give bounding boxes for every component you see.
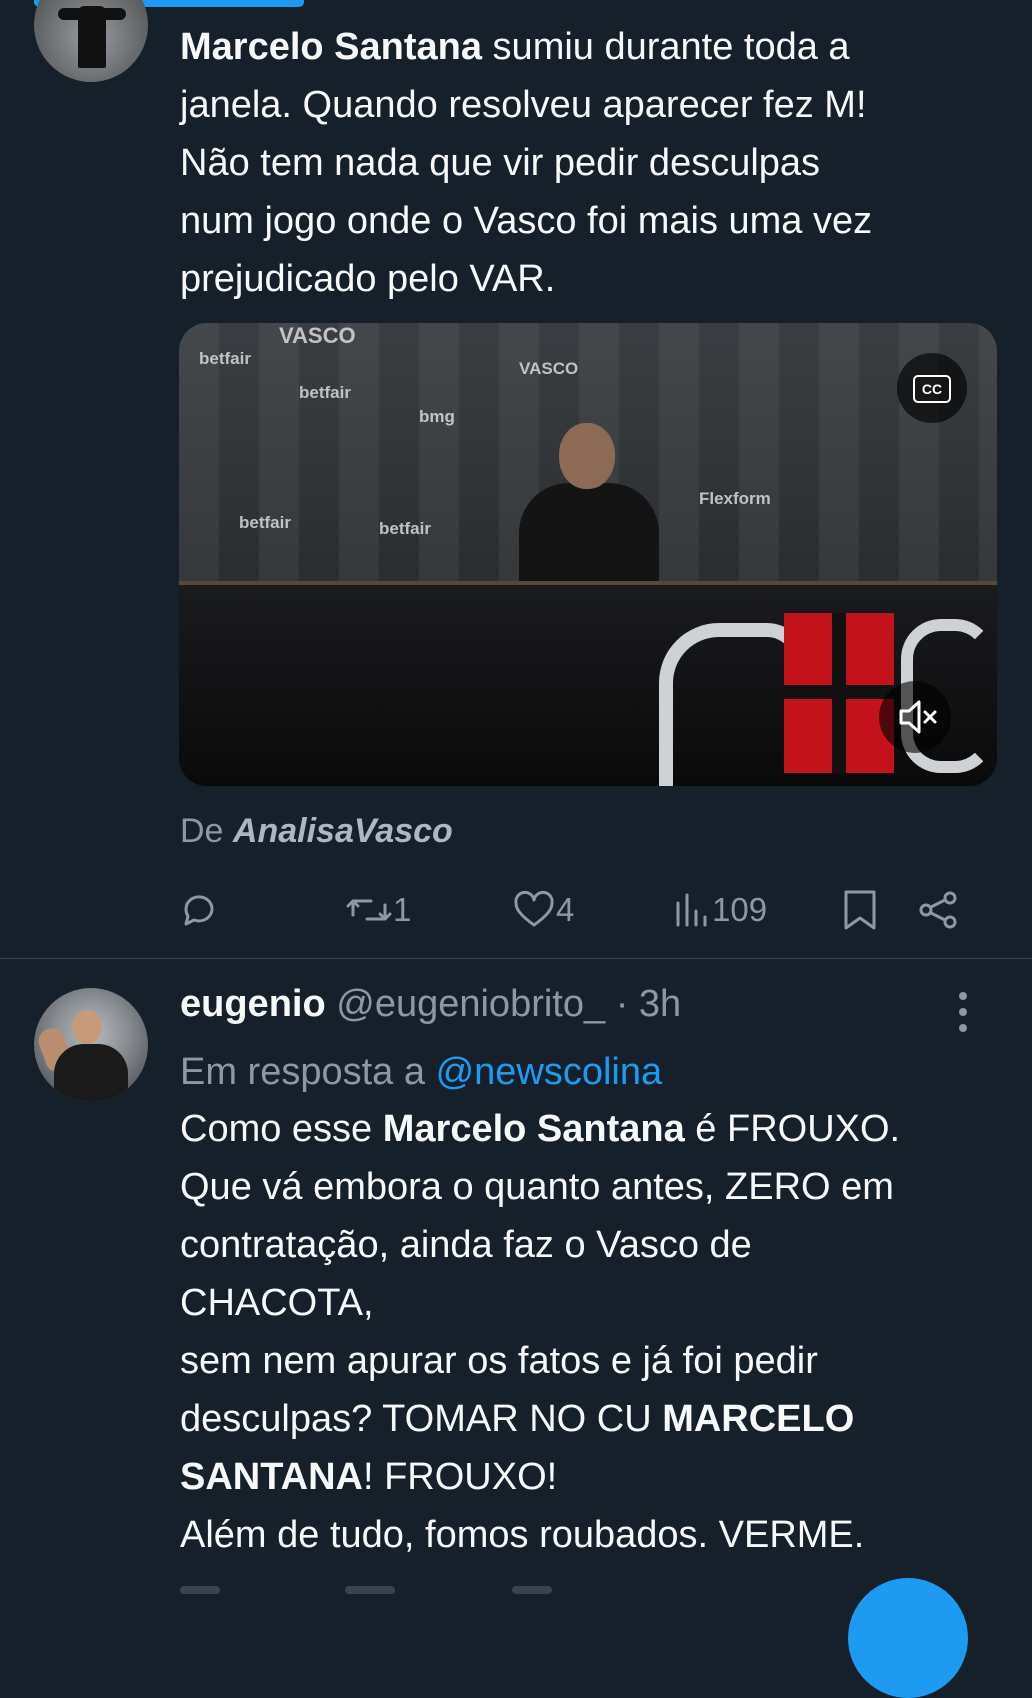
avatar-figure-face [72, 1010, 102, 1044]
avatar[interactable] [34, 988, 148, 1102]
backdrop-logo: betfair [239, 513, 291, 532]
compose-button[interactable] [848, 1578, 968, 1698]
tweet-text-part: é FROUXO. Que vá embora o quanto antes, … [180, 1108, 901, 1440]
next-action-hint [512, 1586, 552, 1594]
display-name[interactable]: eugenio [180, 983, 326, 1025]
tweet-text-part: Como esse [180, 1108, 383, 1150]
source-prefix: De [180, 812, 233, 850]
tweet-divider [0, 958, 1032, 959]
reply-prefix: Em resposta a [180, 1051, 436, 1093]
share-button[interactable] [916, 880, 960, 940]
source-name: AnalisaVasco [232, 812, 453, 850]
more-vertical-icon-dot [959, 1008, 967, 1016]
heart-icon [514, 890, 554, 927]
like-button[interactable]: 4 [512, 880, 574, 940]
avatar[interactable] [34, 0, 148, 82]
retweet-count: 1 [393, 891, 412, 928]
reply-button[interactable] [178, 880, 220, 940]
user-handle[interactable]: @eugeniobrito_ [336, 983, 605, 1025]
tweet-header: eugenio @eugeniobrito_ · 3h [180, 978, 681, 1030]
reply-context: Em resposta a @newscolina [180, 1044, 662, 1100]
backdrop-logo: betfair [379, 519, 431, 538]
avatar-figure-body [78, 6, 106, 68]
tweet-bold-name: Marcelo Santana [180, 26, 482, 68]
backdrop-logo: Flexform [699, 489, 771, 508]
tweet-text: Como esse Marcelo Santana é FROUXO. Que … [180, 1100, 1000, 1564]
backdrop-logo: bmg [419, 407, 455, 426]
club-crest-cross [784, 613, 894, 773]
speaker-head [559, 423, 615, 489]
like-count: 4 [556, 891, 575, 928]
tweet-text: Marcelo Santana sumiu durante toda a jan… [180, 18, 1000, 308]
share-icon [919, 891, 957, 929]
backdrop-logo: betfair [299, 383, 351, 402]
retweet-icon [346, 899, 392, 921]
closed-captions-button[interactable]: CC [897, 353, 967, 423]
backdrop-logo: betfair [199, 349, 251, 368]
backdrop-logo: VASCO [279, 323, 356, 348]
more-vertical-icon-dot [959, 1024, 967, 1032]
tweet-bold-name: Marcelo Santana [382, 1108, 685, 1150]
bookmark-button[interactable] [840, 880, 880, 940]
views-icon [676, 893, 707, 927]
closed-captions-icon: CC [913, 375, 951, 403]
tweet-actions: 1 4 109 [0, 880, 1032, 940]
next-action-hint [345, 1586, 395, 1594]
mute-icon [899, 700, 937, 734]
reply-mention-link[interactable]: @newscolina [436, 1051, 663, 1093]
video-source[interactable]: De AnalisaVasco [180, 812, 453, 851]
avatar-figure-body [54, 1044, 128, 1102]
next-action-hint [180, 1586, 220, 1594]
bookmark-icon [844, 890, 876, 930]
views-button[interactable]: 109 [672, 880, 767, 940]
reply-icon [184, 895, 214, 926]
tweet-time[interactable]: · 3h [616, 983, 681, 1025]
speaker-body [519, 483, 659, 593]
backdrop-logo: VASCO [519, 359, 579, 378]
tweet-video[interactable]: VASCO betfair bmg betfair VASCO betfair … [179, 323, 997, 786]
views-count: 109 [712, 891, 768, 928]
more-options-button[interactable] [956, 992, 970, 1036]
mute-button[interactable] [879, 681, 951, 753]
more-vertical-icon [959, 992, 967, 1000]
retweet-button[interactable]: 1 [345, 880, 411, 940]
